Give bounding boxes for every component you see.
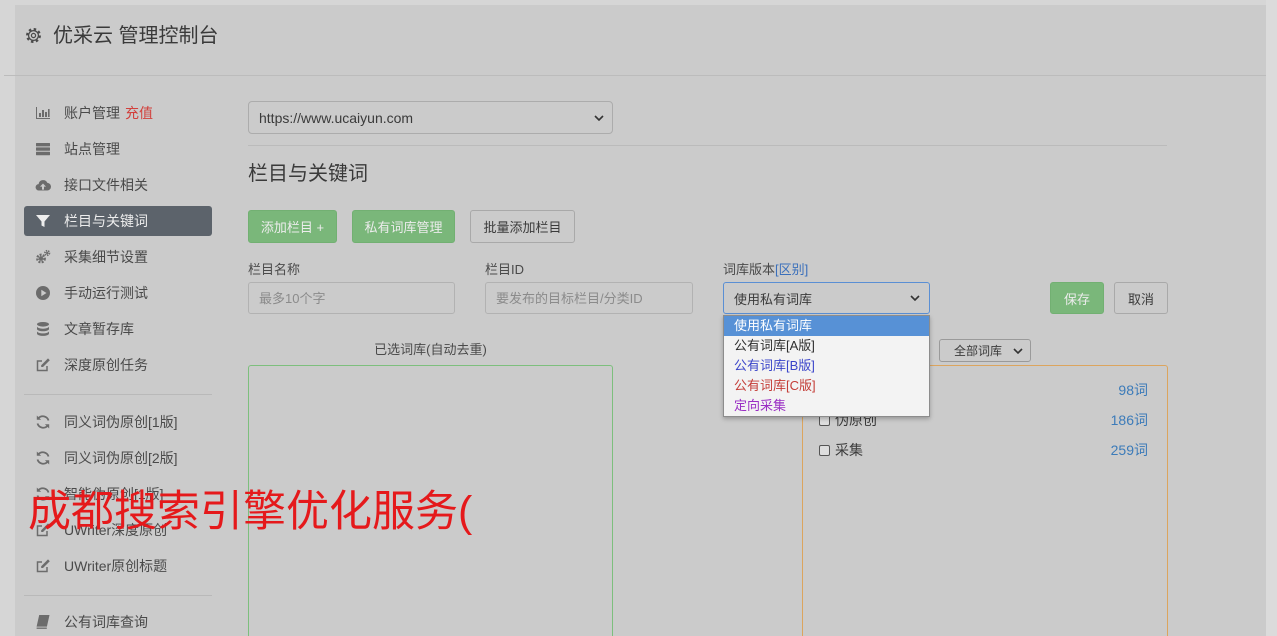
- gears-icon: [35, 249, 51, 265]
- book-icon: [35, 614, 51, 630]
- gear-icon[interactable]: [25, 27, 42, 44]
- bar-chart-icon: [35, 105, 51, 121]
- column-id-label: 栏目ID: [485, 262, 525, 277]
- lexicon-filter-select[interactable]: 全部词库: [939, 339, 1031, 362]
- lexicon-option-public-a[interactable]: 公有词库[A版]: [724, 336, 929, 356]
- sidebar-item-synonym-rewrite-v2[interactable]: 同义词伪原创[2版]: [24, 443, 212, 473]
- sidebar-item-label: 栏目与关键词: [64, 213, 148, 229]
- cancel-button[interactable]: 取消: [1114, 282, 1168, 314]
- sidebar-item-manual-run[interactable]: 手动运行测试: [24, 278, 212, 308]
- sidebar-item-label: 采集细节设置: [64, 249, 148, 265]
- sidebar-item-site[interactable]: 站点管理: [24, 134, 212, 164]
- sidebar-item-label: 文章暂存库: [64, 321, 134, 337]
- lexicon-filter-value: 全部词库: [954, 344, 1003, 358]
- lexicon-count: 98词: [1118, 382, 1148, 398]
- edit-icon: [35, 357, 51, 373]
- sidebar-item-label: 接口文件相关: [64, 177, 148, 193]
- overlay-banner-text: 成都搜索引擎优化服务(: [28, 488, 473, 536]
- lexicon-count: 259词: [1110, 442, 1148, 458]
- lexicon-checkbox[interactable]: [819, 444, 830, 456]
- sidebar-item-label: 深度原创任务: [64, 357, 148, 373]
- chevron-down-icon: [1013, 347, 1023, 354]
- sidebar-item-article-storage[interactable]: 文章暂存库: [24, 314, 212, 344]
- sidebar-item-label: 公有词库查询: [64, 614, 148, 630]
- sidebar-item-label: 站点管理: [64, 141, 120, 157]
- sidebar-item-label: 账户管理: [64, 105, 120, 121]
- refresh-icon: [35, 414, 51, 430]
- lexicon-option-targeted-collection[interactable]: 定向采集: [724, 396, 929, 416]
- page-title: 栏目与关键词: [248, 163, 368, 185]
- column-name-input[interactable]: [248, 282, 455, 314]
- edit-icon: [35, 558, 51, 574]
- lexicon-list-item[interactable]: 采集 259词: [803, 435, 1167, 465]
- lexicon-option-private[interactable]: 使用私有词库: [724, 316, 929, 336]
- lexicon-version-label-group: 词库版本[区别]: [723, 262, 808, 278]
- scrollbar-track[interactable]: [1266, 0, 1277, 636]
- lexicon-option-public-b[interactable]: 公有词库[B版]: [724, 356, 929, 376]
- sidebar-item-label: 手动运行测试: [64, 285, 148, 301]
- save-button[interactable]: 保存: [1050, 282, 1104, 314]
- chevron-down-icon: [910, 295, 920, 301]
- recharge-link[interactable]: 充值: [125, 103, 153, 123]
- sidebar-item-label: UWriter原创标题: [64, 558, 168, 574]
- lexicon-label: 采集: [835, 442, 863, 458]
- lexicon-count: 186词: [1110, 412, 1148, 428]
- site-select-value: https://www.ucaiyun.com: [259, 109, 414, 126]
- selected-lexicons-title: 已选词库(自动去重): [374, 342, 487, 357]
- site-select[interactable]: https://www.ucaiyun.com: [248, 101, 613, 134]
- server-icon: [35, 141, 51, 157]
- batch-add-column-button[interactable]: 批量添加栏目: [470, 210, 575, 243]
- sidebar-item-label: 同义词伪原创[1版]: [64, 414, 178, 430]
- sidebar-divider: [24, 584, 212, 605]
- sidebar-item-label: 同义词伪原创[2版]: [64, 450, 178, 466]
- sidebar-item-api-files[interactable]: 接口文件相关: [24, 170, 212, 200]
- sidebar-item-columns-keywords[interactable]: 栏目与关键词: [24, 206, 212, 236]
- app-title: 优采云 管理控制台: [53, 25, 219, 47]
- column-name-label: 栏目名称: [248, 262, 301, 277]
- lexicon-version-label: 词库版本: [723, 262, 776, 277]
- refresh-icon: [35, 450, 51, 466]
- sidebar-item-deep-rewrite-tasks[interactable]: 深度原创任务: [24, 350, 212, 380]
- cloud-upload-icon: [35, 177, 51, 193]
- database-icon: [35, 321, 51, 337]
- app-header: 优采云 管理控制台: [0, 0, 1266, 75]
- header-divider: [4, 75, 1266, 76]
- sidebar-item-synonym-rewrite-v1[interactable]: 同义词伪原创[1版]: [24, 407, 212, 437]
- private-lexicon-button[interactable]: 私有词库管理: [352, 210, 455, 243]
- lexicon-option-public-c[interactable]: 公有词库[C版]: [724, 376, 929, 396]
- play-circle-icon: [35, 285, 51, 301]
- sidebar-item-public-lexicon-query[interactable]: 公有词库查询: [24, 608, 212, 636]
- add-column-button[interactable]: 添加栏目 +: [248, 210, 337, 243]
- sidebar-divider: [24, 383, 212, 404]
- lexicon-version-dropdown: 使用私有词库 公有词库[A版] 公有词库[B版] 公有词库[C版] 定向采集: [723, 315, 930, 417]
- section-divider: [248, 145, 1167, 146]
- chevron-down-icon: [594, 114, 604, 121]
- lexicon-version-value: 使用私有词库: [734, 291, 813, 307]
- sidebar: 账户管理 充值 站点管理 接口文件相关 栏目与关键词 采集细节设置 手动运行测试…: [24, 95, 212, 636]
- filter-icon: [35, 213, 51, 229]
- lexicon-version-select[interactable]: 使用私有词库: [723, 282, 930, 314]
- sidebar-item-uwriter-title[interactable]: UWriter原创标题: [24, 551, 212, 581]
- lexicon-diff-link[interactable]: [区别]: [775, 262, 808, 277]
- sidebar-item-collection-settings[interactable]: 采集细节设置: [24, 242, 212, 272]
- sidebar-item-account[interactable]: 账户管理 充值: [24, 98, 212, 128]
- column-id-input[interactable]: [485, 282, 693, 314]
